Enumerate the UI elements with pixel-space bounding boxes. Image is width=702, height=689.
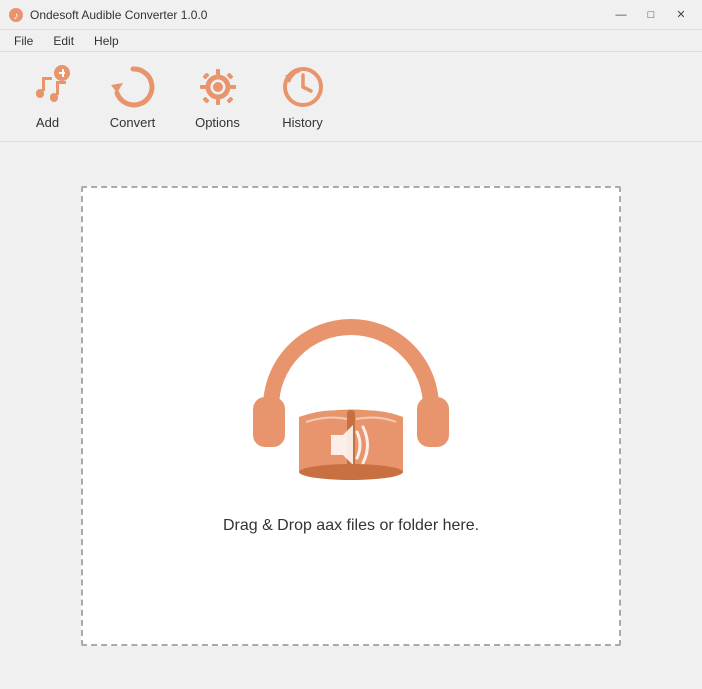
svg-text:♪: ♪ xyxy=(14,11,19,22)
menu-help[interactable]: Help xyxy=(84,32,129,50)
menu-file[interactable]: File xyxy=(4,32,43,50)
history-label: History xyxy=(282,115,322,130)
window-title: Ondesoft Audible Converter 1.0.0 xyxy=(30,8,207,22)
main-content: Drag & Drop aax files or folder here. xyxy=(0,142,702,689)
add-icon xyxy=(24,63,72,111)
convert-label: Convert xyxy=(110,115,156,130)
toolbar: Add Convert Options xyxy=(0,52,702,142)
options-button[interactable]: Options xyxy=(180,57,255,137)
history-icon xyxy=(279,63,327,111)
options-label: Options xyxy=(195,115,240,130)
add-label: Add xyxy=(36,115,59,130)
drop-zone[interactable]: Drag & Drop aax files or folder here. xyxy=(81,186,621,646)
add-button[interactable]: Add xyxy=(10,57,85,137)
minimize-button[interactable]: — xyxy=(608,5,634,25)
drop-zone-illustration xyxy=(231,297,471,497)
title-bar: ♪ Ondesoft Audible Converter 1.0.0 — □ ✕ xyxy=(0,0,702,30)
options-icon xyxy=(194,63,242,111)
convert-button[interactable]: Convert xyxy=(95,57,170,137)
menu-bar: File Edit Help xyxy=(0,30,702,52)
drop-zone-text: Drag & Drop aax files or folder here. xyxy=(223,517,479,535)
window-controls: — □ ✕ xyxy=(608,5,694,25)
history-button[interactable]: History xyxy=(265,57,340,137)
close-button[interactable]: ✕ xyxy=(668,5,694,25)
maximize-button[interactable]: □ xyxy=(638,5,664,25)
app-icon: ♪ xyxy=(8,7,24,23)
menu-edit[interactable]: Edit xyxy=(43,32,84,50)
convert-icon xyxy=(109,63,157,111)
